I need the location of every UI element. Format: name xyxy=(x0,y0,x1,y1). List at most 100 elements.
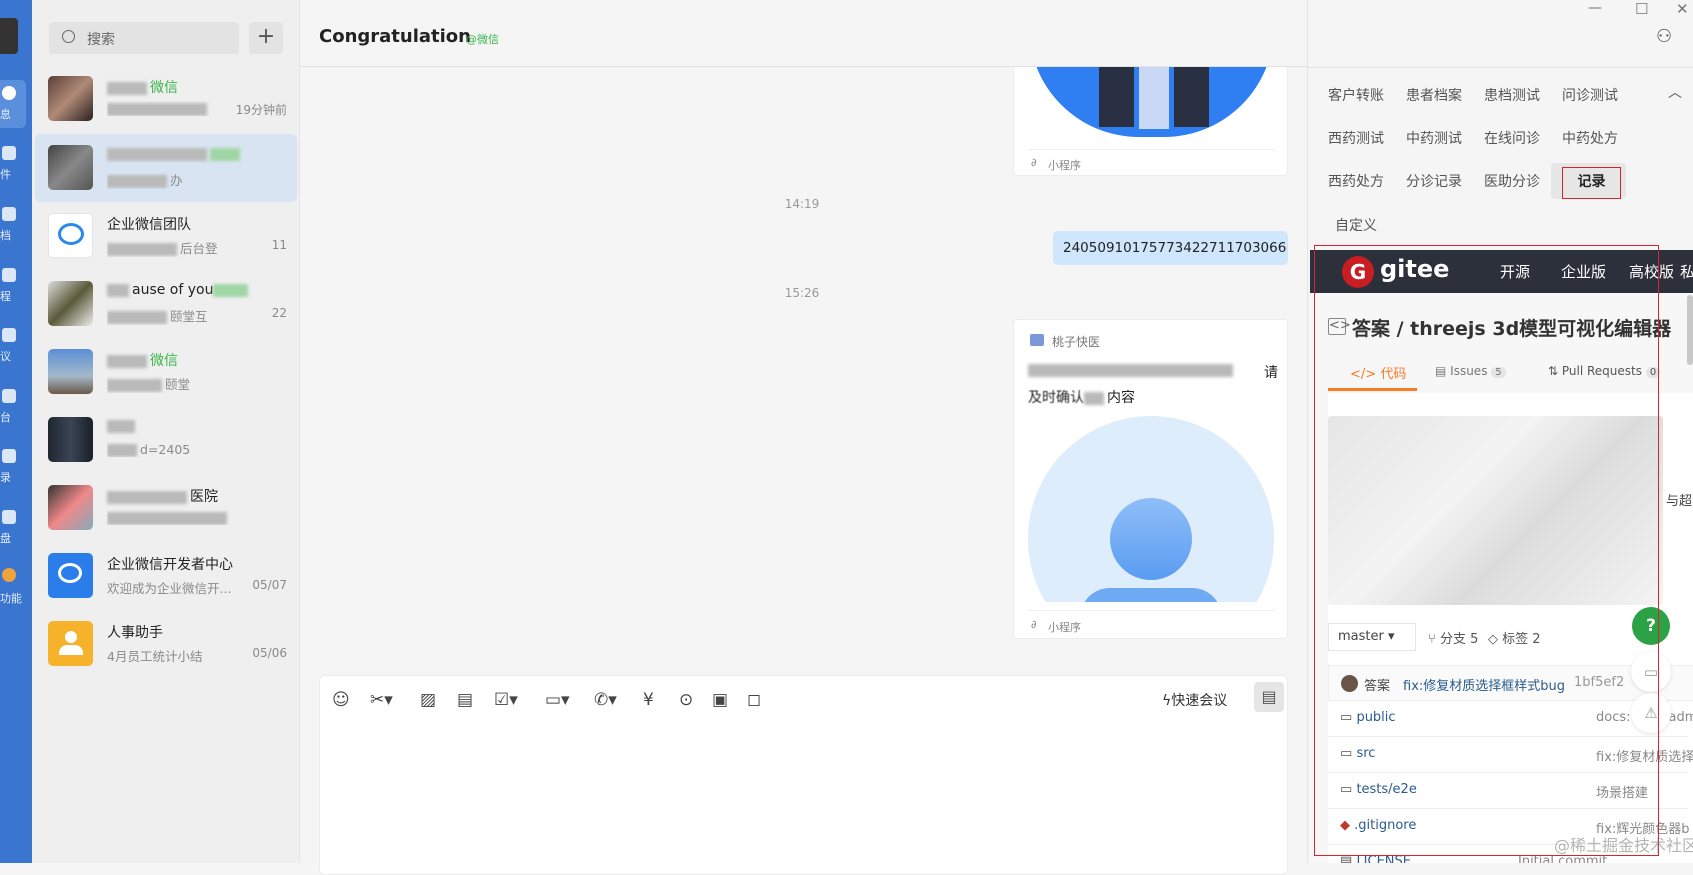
sidebar-toggle-icon[interactable]: ▤ xyxy=(1254,682,1284,712)
conversation-preview: 颐堂互 xyxy=(107,306,237,325)
drive-icon xyxy=(2,510,16,524)
conversation-preview: 办 xyxy=(107,170,237,189)
minimize-button[interactable]: — xyxy=(1588,0,1602,16)
conversation-item[interactable]: 人事助手 4月员工统计小结 05/06 xyxy=(35,610,297,678)
nav-item-schedule[interactable]: 程 xyxy=(0,288,32,304)
tags-link[interactable]: ◇ 标签 2 xyxy=(1488,628,1541,647)
add-member-icon[interactable]: ⚇ xyxy=(1656,26,1672,47)
tab-assistant-triage[interactable]: 医助分诊 xyxy=(1484,171,1540,191)
file-commit-msg: 场景搭建 xyxy=(1596,786,1649,801)
todo-icon[interactable]: ☑▾ xyxy=(494,690,518,710)
conversation-item[interactable]: d=2405 xyxy=(35,406,297,474)
quick-meeting-button[interactable]: ϟ快速会议 xyxy=(1162,690,1227,710)
conversation-item-selected[interactable]: 办 xyxy=(35,134,297,202)
tab-western-prescription[interactable]: 西药处方 xyxy=(1328,171,1384,191)
nav-item-contacts[interactable]: 录 xyxy=(0,469,32,485)
nav-item-mail[interactable]: 件 xyxy=(0,166,32,182)
repo-title[interactable]: 答案 / threejs 3d模型可视化编辑器 xyxy=(1352,314,1671,341)
nav-item-meeting[interactable]: 议 xyxy=(0,348,32,364)
nav-item-features[interactable]: 功能 xyxy=(0,590,32,606)
nav-item-drive[interactable]: 盘 xyxy=(0,530,32,546)
search-input[interactable]: 搜索 xyxy=(49,22,239,54)
branches-link[interactable]: ⑂ 分支 5 xyxy=(1428,628,1478,647)
collapse-chevron-up-icon[interactable]: ︿ xyxy=(1668,82,1682,102)
avatar xyxy=(48,485,93,530)
nav-item-workbench[interactable]: 台 xyxy=(0,409,32,425)
tab-chinese-prescription[interactable]: 中药处方 xyxy=(1562,128,1618,148)
maximize-button[interactable]: ☐ xyxy=(1635,0,1648,18)
conversation-item[interactable]: 企业微信开发者中心 欢迎成为企业微信开... 05/07 xyxy=(35,542,297,610)
emoji-icon[interactable]: ☺ xyxy=(332,690,350,710)
repo-tab-pull-requests[interactable]: ⇅ Pull Requests 0 xyxy=(1548,364,1661,378)
mini-program-card[interactable]: ∂ 小程序 xyxy=(1013,67,1288,176)
conversation-name: 微信 xyxy=(107,77,178,97)
tab-western-test[interactable]: 西药测试 xyxy=(1328,128,1384,148)
watermark: @稀土掘金技术社区 xyxy=(1554,836,1693,855)
help-button[interactable]: ? xyxy=(1632,607,1670,645)
conversation-name: 微信 xyxy=(107,350,178,370)
tab-record-test[interactable]: 患档测试 xyxy=(1484,85,1540,105)
report-warning-icon[interactable]: ⚠ xyxy=(1631,693,1671,733)
repo-tab-issues[interactable]: ▤ Issues 5 xyxy=(1435,364,1506,378)
folder-icon[interactable]: ▭▾ xyxy=(545,690,570,710)
conversation-item[interactable]: ause of you 颐堂互 22 xyxy=(35,270,297,338)
commit-hash[interactable]: 1bf5ef2 xyxy=(1574,675,1624,690)
app-nav-bar: 息 件 档 程 议 台 录 盘 功能 xyxy=(0,0,32,863)
log-icon[interactable]: ▣ xyxy=(712,690,728,710)
conversation-item[interactable]: 企业微信团队 后台登 11 xyxy=(35,202,297,270)
tab-consult-test[interactable]: 问诊测试 xyxy=(1562,85,1618,105)
avatar xyxy=(48,417,93,462)
tab-triage-records[interactable]: 分诊记录 xyxy=(1406,171,1462,191)
file-row[interactable]: ▭ src fix:修复材质选择 xyxy=(1328,737,1693,773)
more-icon[interactable]: ⊙ xyxy=(679,690,693,710)
gitee-logo-text[interactable]: gitee xyxy=(1380,255,1449,283)
commit-message[interactable]: fix:修复材质选择框样式bug xyxy=(1403,675,1565,694)
tab-records-active[interactable]: 记录 xyxy=(1562,167,1621,199)
file-doc-icon[interactable]: ▤ xyxy=(457,690,473,710)
file-commit-msg: fix:修复材质选择 xyxy=(1596,750,1693,765)
conversation-time: 05/07 xyxy=(252,578,287,592)
meeting-icon xyxy=(2,328,16,342)
tab-custom[interactable]: 自定义 xyxy=(1335,215,1377,235)
search-icon xyxy=(62,30,75,43)
phone-icon[interactable]: ✆▾ xyxy=(594,690,617,710)
repo-tab-code[interactable]: </> 代码 xyxy=(1350,363,1406,382)
close-button[interactable]: ✕ xyxy=(1676,0,1689,18)
screenshot-icon[interactable]: ✂▾ xyxy=(370,690,393,710)
conversation-name xyxy=(107,146,243,162)
tab-customer-transfer[interactable]: 客户转账 xyxy=(1328,85,1384,105)
file-row[interactable]: ▭ tests/e2e 场景搭建 xyxy=(1328,773,1688,809)
branch-select[interactable]: master ▾ xyxy=(1328,623,1416,651)
tab-chinese-test[interactable]: 中药测试 xyxy=(1406,128,1462,148)
conversation-item[interactable]: 医院 xyxy=(35,474,297,542)
gitee-logo-icon[interactable]: G xyxy=(1342,256,1374,288)
gitee-nav-education[interactable]: 高校版 xyxy=(1629,261,1674,282)
conversation-preview: 4月员工统计小结 xyxy=(107,649,203,664)
gitee-nav-opensource[interactable]: 开源 xyxy=(1500,261,1530,282)
avatar xyxy=(48,76,93,121)
red-packet-icon[interactable]: ¥ xyxy=(643,690,654,710)
add-button[interactable]: + xyxy=(249,22,283,54)
scrollbar-thumb[interactable] xyxy=(1687,295,1693,365)
nav-item-messages[interactable]: 息 xyxy=(0,106,32,122)
commit-author[interactable]: 答案 xyxy=(1364,675,1390,694)
message-input-area[interactable]: ☺ ✂▾ ▨ ▤ ☑▾ ▭▾ ✆▾ ¥ ⊙ ▣ ◻ ϟ快速会议 ▤ xyxy=(319,675,1288,875)
message-bubble[interactable]: 240509101757734227117030​66 xyxy=(1053,231,1288,265)
repo-banner-image xyxy=(1328,416,1663,605)
conversation-time: 19分钟前 xyxy=(235,103,287,117)
conversation-item[interactable]: 微信 19分钟前 xyxy=(35,65,297,133)
conversation-list-panel: 搜索 + 微信 19分钟前 办 企业微信团队 后台登 11 ause of yo… xyxy=(32,0,300,863)
conversation-item[interactable]: 微信 颐堂 xyxy=(35,338,297,406)
gitee-nav-private[interactable]: 私 xyxy=(1680,261,1693,282)
tab-patient-records[interactable]: 患者档案 xyxy=(1406,85,1462,105)
image-icon[interactable]: ▨ xyxy=(420,690,436,710)
folder-icon: ▭ xyxy=(1340,782,1353,797)
schedule-message-icon[interactable]: ◻ xyxy=(747,690,761,710)
user-avatar[interactable] xyxy=(0,18,18,54)
nav-item-docs[interactable]: 档 xyxy=(0,227,32,243)
gitee-nav-enterprise[interactable]: 企业版 xyxy=(1561,261,1606,282)
feedback-chat-icon[interactable]: ▭ xyxy=(1631,652,1671,692)
tab-online-consult[interactable]: 在线问诊 xyxy=(1484,128,1540,148)
mini-program-card[interactable]: 桃子快医 请 及时确认 内容 ∂ 小程序 xyxy=(1013,319,1288,639)
conversation-name xyxy=(107,418,138,434)
